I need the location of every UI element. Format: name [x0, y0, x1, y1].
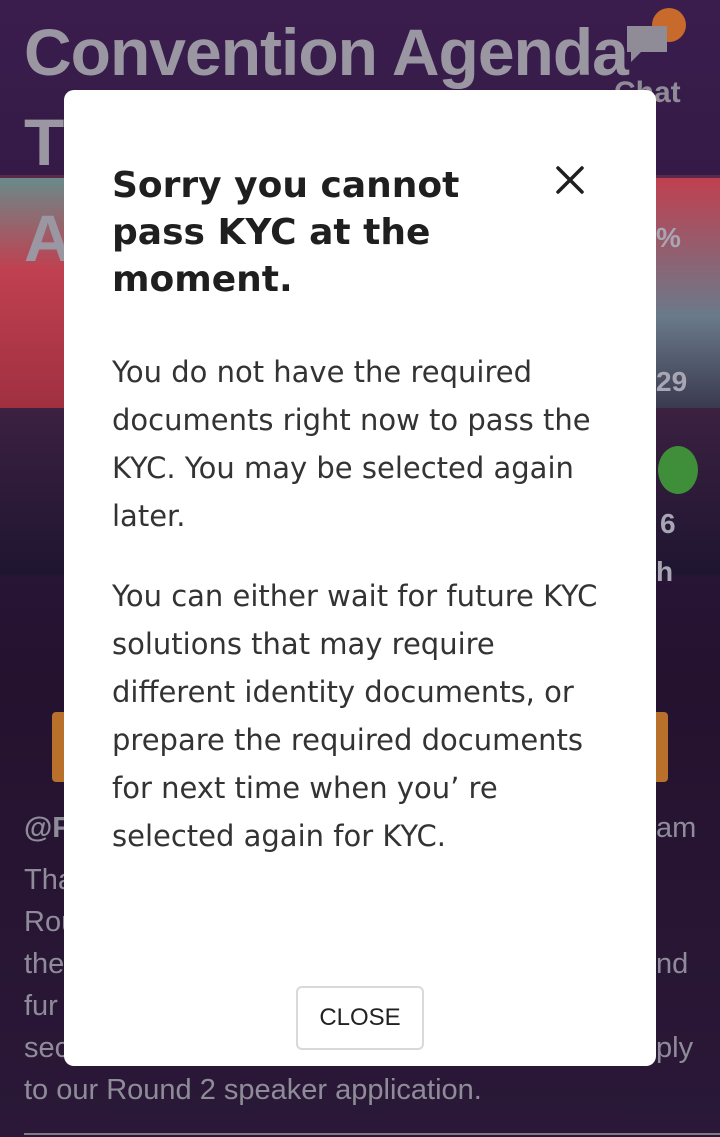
stat-h: h — [656, 556, 674, 587]
stat-number: 29 — [656, 366, 688, 397]
status-circle — [658, 446, 698, 494]
post-text-fragment: am — [656, 812, 697, 844]
page-title-line2: T — [24, 105, 65, 179]
dialog-body: You do not have the required documents r… — [112, 348, 612, 892]
close-icon[interactable] — [552, 162, 588, 198]
post-text-fragment: fur — [24, 990, 58, 1022]
chat-icon[interactable] — [625, 24, 669, 64]
dialog-title: Sorry you cannot pass KYC at the moment. — [112, 165, 460, 300]
post-text-fragment: nd — [656, 948, 689, 980]
dialog-paragraph-2: You can either wait for future KYC solut… — [112, 579, 598, 853]
post-text-last-line: to our Round 2 speaker application. — [24, 1074, 482, 1106]
page-title: Convention Agenda — [24, 15, 629, 89]
dialog-paragraph-1: You do not have the required documents r… — [112, 355, 591, 533]
stat-six: 6 — [660, 508, 676, 539]
post-text-fragment: sec — [24, 1032, 70, 1064]
divider — [24, 1133, 720, 1135]
stat-percent: % — [656, 222, 681, 253]
close-button[interactable]: CLOSE — [296, 986, 424, 1050]
post-text-fragment: ply — [656, 1032, 694, 1064]
kyc-dialog: Sorry you cannot pass KYC at the moment.… — [64, 90, 656, 1066]
post-text-fragment: the — [24, 948, 65, 980]
